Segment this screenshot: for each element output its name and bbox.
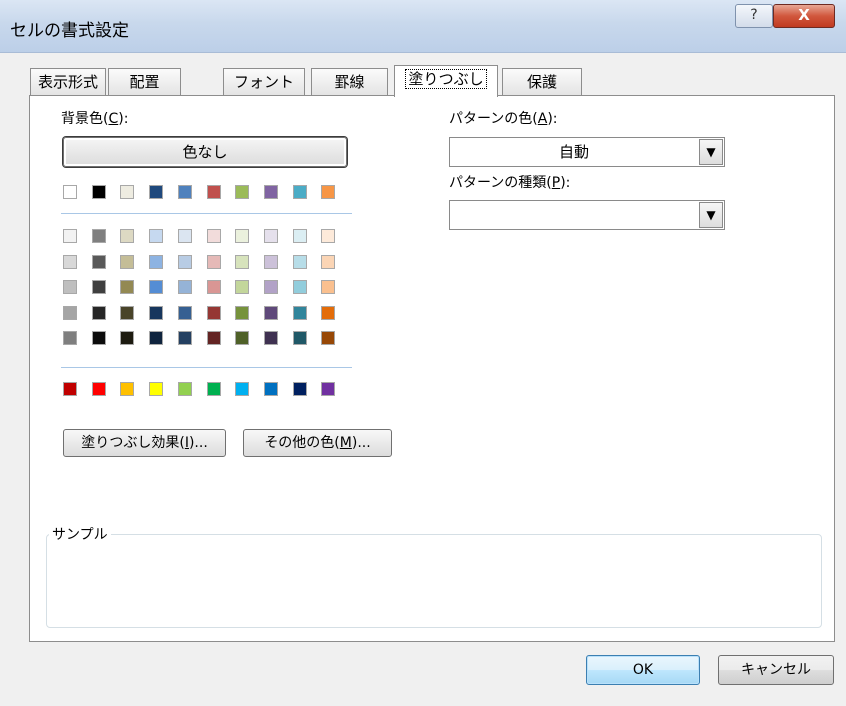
theme-tint-swatch[interactable]: [321, 229, 335, 243]
theme-color-swatch[interactable]: [120, 185, 134, 199]
background-color-label: 背景色(C):: [61, 111, 129, 127]
tab-protection[interactable]: 保護: [502, 68, 582, 96]
help-button[interactable]: ?: [735, 4, 773, 28]
theme-tint-swatch[interactable]: [235, 229, 249, 243]
pattern-style-label: パターンの種類(P):: [449, 175, 571, 191]
standard-color-swatch[interactable]: [293, 382, 307, 396]
tab-alignment[interactable]: 配置: [108, 68, 181, 96]
sample-label: サンプル: [49, 524, 111, 544]
theme-tint-swatch[interactable]: [63, 305, 77, 320]
theme-tint-swatch[interactable]: [149, 280, 163, 294]
standard-color-swatch[interactable]: [321, 382, 335, 396]
ok-button[interactable]: OK: [586, 655, 700, 685]
theme-tint-swatch[interactable]: [63, 331, 77, 345]
theme-tint-swatch[interactable]: [207, 305, 221, 320]
more-colors-button[interactable]: その他の色(M)...: [243, 429, 392, 457]
theme-tint-swatch[interactable]: [92, 305, 106, 320]
sample-preview: [46, 534, 822, 628]
dropdown-arrow-icon[interactable]: ▼: [699, 202, 723, 228]
theme-tint-swatch[interactable]: [207, 331, 221, 345]
theme-tint-swatch[interactable]: [92, 229, 106, 243]
tab-fill[interactable]: 塗りつぶし: [394, 65, 498, 97]
standard-color-swatch[interactable]: [207, 382, 221, 396]
theme-tint-swatch[interactable]: [207, 280, 221, 294]
theme-tint-swatch[interactable]: [149, 331, 163, 345]
theme-tint-swatch[interactable]: [293, 254, 307, 269]
theme-tint-swatch[interactable]: [120, 305, 134, 320]
theme-tint-swatch[interactable]: [321, 305, 335, 320]
theme-tint-swatch[interactable]: [321, 254, 335, 269]
tab-font[interactable]: フォント: [223, 68, 305, 96]
close-button[interactable]: X: [773, 4, 835, 28]
theme-tint-swatch[interactable]: [92, 254, 106, 269]
theme-tint-swatch[interactable]: [264, 229, 278, 243]
theme-tint-swatch[interactable]: [92, 280, 106, 294]
title-bar: セルの書式設定 ? X: [0, 0, 846, 53]
pattern-color-dropdown[interactable]: 自動 ▼: [449, 137, 725, 167]
theme-tint-swatch[interactable]: [149, 229, 163, 243]
theme-color-swatch[interactable]: [207, 185, 221, 199]
pattern-color-value: 自動: [558, 143, 589, 161]
format-cells-dialog: セルの書式設定 ? X 表示形式 配置 フォント 罫線 塗りつぶし 保護 背景色…: [0, 0, 846, 706]
theme-tint-swatch[interactable]: [178, 305, 192, 320]
theme-tint-swatch[interactable]: [293, 229, 307, 243]
tab-number-format[interactable]: 表示形式: [30, 68, 106, 96]
standard-color-swatch[interactable]: [63, 382, 77, 396]
theme-tint-swatch[interactable]: [264, 331, 278, 345]
theme-tint-swatch[interactable]: [264, 254, 278, 269]
pattern-color-label: パターンの色(A):: [449, 111, 558, 127]
theme-tint-swatch[interactable]: [207, 254, 221, 269]
theme-tint-swatch[interactable]: [235, 280, 249, 294]
theme-tint-swatch[interactable]: [264, 305, 278, 320]
fill-tab-panel: 背景色(C): 色なし 塗りつぶし効果(I)... その他の色(M)... パタ…: [29, 95, 835, 642]
dialog-title: セルの書式設定: [10, 21, 129, 41]
theme-color-swatch[interactable]: [293, 185, 307, 199]
standard-color-swatch[interactable]: [178, 382, 192, 396]
theme-color-swatch[interactable]: [178, 185, 192, 199]
theme-tint-swatch[interactable]: [149, 254, 163, 269]
theme-tint-swatch[interactable]: [235, 305, 249, 320]
theme-tint-swatch[interactable]: [293, 280, 307, 294]
theme-color-swatch[interactable]: [235, 185, 249, 199]
theme-tint-swatch[interactable]: [235, 254, 249, 269]
theme-tint-swatch[interactable]: [178, 331, 192, 345]
palette-divider: [61, 213, 352, 214]
theme-tint-swatch[interactable]: [293, 331, 307, 345]
theme-tint-swatch[interactable]: [120, 254, 134, 269]
cancel-button[interactable]: キャンセル: [718, 655, 834, 685]
theme-color-swatch[interactable]: [92, 185, 106, 199]
theme-tint-swatch[interactable]: [321, 331, 335, 345]
theme-tint-swatch[interactable]: [207, 229, 221, 243]
theme-color-swatch[interactable]: [149, 185, 163, 199]
theme-tint-swatch[interactable]: [321, 280, 335, 294]
theme-color-swatch[interactable]: [63, 185, 77, 199]
theme-tint-swatch[interactable]: [63, 229, 77, 243]
theme-tint-swatch[interactable]: [178, 229, 192, 243]
no-color-button[interactable]: 色なし: [63, 137, 347, 167]
standard-color-swatch[interactable]: [264, 382, 278, 396]
theme-color-swatch[interactable]: [321, 185, 335, 199]
theme-tint-swatch[interactable]: [235, 331, 249, 345]
theme-tint-swatch[interactable]: [120, 229, 134, 243]
theme-tint-swatch[interactable]: [92, 331, 106, 345]
palette-divider: [61, 367, 352, 368]
theme-tint-swatch[interactable]: [264, 280, 278, 294]
dropdown-arrow-icon[interactable]: ▼: [699, 139, 723, 165]
theme-tint-swatch[interactable]: [120, 331, 134, 345]
theme-tint-swatch[interactable]: [63, 280, 77, 294]
theme-tint-swatch[interactable]: [293, 305, 307, 320]
theme-tint-swatch[interactable]: [178, 280, 192, 294]
standard-color-swatch[interactable]: [149, 382, 163, 396]
standard-color-swatch[interactable]: [235, 382, 249, 396]
theme-tint-swatch[interactable]: [120, 280, 134, 294]
theme-tint-swatch[interactable]: [149, 305, 163, 320]
tab-border[interactable]: 罫線: [311, 68, 388, 96]
fill-effects-button[interactable]: 塗りつぶし効果(I)...: [63, 429, 226, 457]
theme-tint-swatch[interactable]: [178, 254, 192, 269]
theme-color-swatch[interactable]: [264, 185, 278, 199]
standard-color-swatch[interactable]: [120, 382, 134, 396]
standard-color-swatch[interactable]: [92, 382, 106, 396]
pattern-style-dropdown[interactable]: ▼: [449, 200, 725, 230]
theme-tint-swatch[interactable]: [63, 254, 77, 269]
